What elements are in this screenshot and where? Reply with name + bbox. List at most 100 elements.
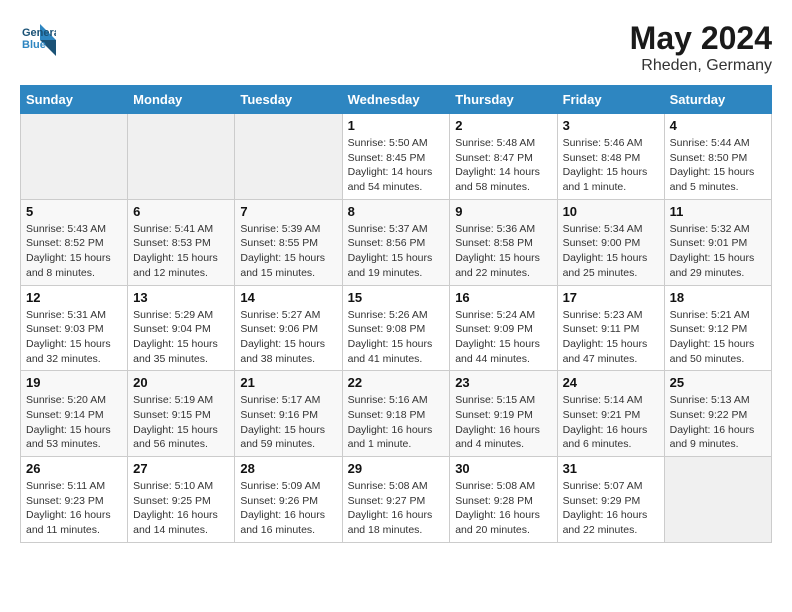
calendar-cell bbox=[235, 114, 342, 200]
calendar-cell: 6 Sunrise: 5:41 AM Sunset: 8:53 PM Daylig… bbox=[128, 199, 235, 285]
calendar-cell: 13 Sunrise: 5:29 AM Sunset: 9:04 PM Dayli… bbox=[128, 285, 235, 371]
calendar-cell: 4Sunrise: 5:44 AM Sunset: 8:50 PM Daylig… bbox=[664, 114, 771, 200]
calendar-cell: 19 Sunrise: 5:20 AM Sunset: 9:14 PM Dayli… bbox=[21, 371, 128, 457]
svg-text:Blue: Blue bbox=[22, 39, 46, 51]
svg-text:General: General bbox=[22, 27, 56, 39]
day-number: 24 bbox=[563, 375, 659, 390]
calendar-cell: 8 Sunrise: 5:37 AM Sunset: 8:56 PM Daylig… bbox=[342, 199, 450, 285]
day-number: 6 bbox=[133, 204, 229, 219]
calendar-cell bbox=[128, 114, 235, 200]
page-header: General Blue May 2024 Rheden, Germany bbox=[20, 20, 772, 75]
day-number: 19 bbox=[26, 375, 122, 390]
day-info: Sunrise: 5:32 AM Sunset: 9:01 PM Dayligh… bbox=[670, 222, 766, 281]
title-block: May 2024 Rheden, Germany bbox=[630, 20, 772, 75]
calendar-cell: 22Sunrise: 5:16 AM Sunset: 9:18 PM Dayli… bbox=[342, 371, 450, 457]
day-number: 8 bbox=[348, 204, 445, 219]
calendar-cell: 31Sunrise: 5:07 AM Sunset: 9:29 PM Dayli… bbox=[557, 457, 664, 543]
day-number: 21 bbox=[240, 375, 336, 390]
day-number: 12 bbox=[26, 290, 122, 305]
calendar-cell: 2Sunrise: 5:48 AM Sunset: 8:47 PM Daylig… bbox=[450, 114, 557, 200]
week-row-4: 19 Sunrise: 5:20 AM Sunset: 9:14 PM Dayli… bbox=[21, 371, 772, 457]
calendar-cell: 3Sunrise: 5:46 AM Sunset: 8:48 PM Daylig… bbox=[557, 114, 664, 200]
day-number: 22 bbox=[348, 375, 445, 390]
calendar-cell: 15Sunrise: 5:26 AM Sunset: 9:08 PM Dayli… bbox=[342, 285, 450, 371]
day-info: Sunrise: 5:20 AM Sunset: 9:14 PM Dayligh… bbox=[26, 393, 122, 452]
calendar-cell: 20 Sunrise: 5:19 AM Sunset: 9:15 PM Dayli… bbox=[128, 371, 235, 457]
day-number: 29 bbox=[348, 461, 445, 476]
day-number: 16 bbox=[455, 290, 551, 305]
day-info: Sunrise: 5:34 AM Sunset: 9:00 PM Dayligh… bbox=[563, 222, 659, 281]
calendar-cell: 9 Sunrise: 5:36 AM Sunset: 8:58 PM Daylig… bbox=[450, 199, 557, 285]
logo-icon: General Blue bbox=[20, 20, 56, 56]
day-number: 20 bbox=[133, 375, 229, 390]
day-number: 26 bbox=[26, 461, 122, 476]
calendar-cell: 11 Sunrise: 5:32 AM Sunset: 9:01 PM Dayli… bbox=[664, 199, 771, 285]
calendar-cell: 10 Sunrise: 5:34 AM Sunset: 9:00 PM Dayli… bbox=[557, 199, 664, 285]
calendar-cell: 16 Sunrise: 5:24 AM Sunset: 9:09 PM Dayli… bbox=[450, 285, 557, 371]
calendar-table: SundayMondayTuesdayWednesdayThursdayFrid… bbox=[20, 85, 772, 543]
calendar-cell: 1 Sunrise: 5:50 AM Sunset: 8:45 PM Daylig… bbox=[342, 114, 450, 200]
day-info: Sunrise: 5:24 AM Sunset: 9:09 PM Dayligh… bbox=[455, 308, 551, 367]
calendar-subtitle: Rheden, Germany bbox=[630, 57, 772, 75]
day-number: 30 bbox=[455, 461, 551, 476]
calendar-cell: 26Sunrise: 5:11 AM Sunset: 9:23 PM Dayli… bbox=[21, 457, 128, 543]
day-info: Sunrise: 5:29 AM Sunset: 9:04 PM Dayligh… bbox=[133, 308, 229, 367]
header-day-saturday: Saturday bbox=[664, 86, 771, 114]
header-day-sunday: Sunday bbox=[21, 86, 128, 114]
day-info: Sunrise: 5:19 AM Sunset: 9:15 PM Dayligh… bbox=[133, 393, 229, 452]
day-number: 11 bbox=[670, 204, 766, 219]
calendar-cell: 29Sunrise: 5:08 AM Sunset: 9:27 PM Dayli… bbox=[342, 457, 450, 543]
day-number: 27 bbox=[133, 461, 229, 476]
day-number: 17 bbox=[563, 290, 659, 305]
day-number: 13 bbox=[133, 290, 229, 305]
calendar-title: May 2024 bbox=[630, 20, 772, 57]
calendar-cell: 24Sunrise: 5:14 AM Sunset: 9:21 PM Dayli… bbox=[557, 371, 664, 457]
calendar-body: 1 Sunrise: 5:50 AM Sunset: 8:45 PM Daylig… bbox=[21, 114, 772, 543]
day-info: Sunrise: 5:15 AM Sunset: 9:19 PM Dayligh… bbox=[455, 393, 551, 452]
day-info: Sunrise: 5:10 AM Sunset: 9:25 PM Dayligh… bbox=[133, 479, 229, 538]
calendar-cell bbox=[664, 457, 771, 543]
day-number: 9 bbox=[455, 204, 551, 219]
calendar-cell: 12 Sunrise: 5:31 AM Sunset: 9:03 PM Dayli… bbox=[21, 285, 128, 371]
calendar-cell bbox=[21, 114, 128, 200]
day-info: Sunrise: 5:09 AM Sunset: 9:26 PM Dayligh… bbox=[240, 479, 336, 538]
calendar-cell: 28 Sunrise: 5:09 AM Sunset: 9:26 PM Dayli… bbox=[235, 457, 342, 543]
day-info: Sunrise: 5:27 AM Sunset: 9:06 PM Dayligh… bbox=[240, 308, 336, 367]
day-info: Sunrise: 5:39 AM Sunset: 8:55 PM Dayligh… bbox=[240, 222, 336, 281]
day-number: 4 bbox=[670, 118, 766, 133]
calendar-cell: 21 Sunrise: 5:17 AM Sunset: 9:16 PM Dayli… bbox=[235, 371, 342, 457]
calendar-header: SundayMondayTuesdayWednesdayThursdayFrid… bbox=[21, 86, 772, 114]
day-number: 23 bbox=[455, 375, 551, 390]
day-info: Sunrise: 5:41 AM Sunset: 8:53 PM Dayligh… bbox=[133, 222, 229, 281]
day-info: Sunrise: 5:17 AM Sunset: 9:16 PM Dayligh… bbox=[240, 393, 336, 452]
day-number: 28 bbox=[240, 461, 336, 476]
header-day-wednesday: Wednesday bbox=[342, 86, 450, 114]
day-info: Sunrise: 5:50 AM Sunset: 8:45 PM Dayligh… bbox=[348, 136, 445, 195]
calendar-cell: 18Sunrise: 5:21 AM Sunset: 9:12 PM Dayli… bbox=[664, 285, 771, 371]
logo: General Blue bbox=[20, 20, 60, 56]
day-number: 18 bbox=[670, 290, 766, 305]
day-info: Sunrise: 5:08 AM Sunset: 9:28 PM Dayligh… bbox=[455, 479, 551, 538]
day-info: Sunrise: 5:26 AM Sunset: 9:08 PM Dayligh… bbox=[348, 308, 445, 367]
calendar-cell: 27 Sunrise: 5:10 AM Sunset: 9:25 PM Dayli… bbox=[128, 457, 235, 543]
calendar-cell: 25Sunrise: 5:13 AM Sunset: 9:22 PM Dayli… bbox=[664, 371, 771, 457]
day-info: Sunrise: 5:13 AM Sunset: 9:22 PM Dayligh… bbox=[670, 393, 766, 452]
day-number: 2 bbox=[455, 118, 551, 133]
day-info: Sunrise: 5:37 AM Sunset: 8:56 PM Dayligh… bbox=[348, 222, 445, 281]
week-row-1: 1 Sunrise: 5:50 AM Sunset: 8:45 PM Daylig… bbox=[21, 114, 772, 200]
header-day-monday: Monday bbox=[128, 86, 235, 114]
day-number: 5 bbox=[26, 204, 122, 219]
day-info: Sunrise: 5:23 AM Sunset: 9:11 PM Dayligh… bbox=[563, 308, 659, 367]
header-day-thursday: Thursday bbox=[450, 86, 557, 114]
day-info: Sunrise: 5:31 AM Sunset: 9:03 PM Dayligh… bbox=[26, 308, 122, 367]
header-day-friday: Friday bbox=[557, 86, 664, 114]
calendar-cell: 17 Sunrise: 5:23 AM Sunset: 9:11 PM Dayli… bbox=[557, 285, 664, 371]
header-row: SundayMondayTuesdayWednesdayThursdayFrid… bbox=[21, 86, 772, 114]
calendar-cell: 14 Sunrise: 5:27 AM Sunset: 9:06 PM Dayli… bbox=[235, 285, 342, 371]
day-number: 10 bbox=[563, 204, 659, 219]
day-number: 1 bbox=[348, 118, 445, 133]
day-number: 14 bbox=[240, 290, 336, 305]
day-info: Sunrise: 5:36 AM Sunset: 8:58 PM Dayligh… bbox=[455, 222, 551, 281]
calendar-cell: 5Sunrise: 5:43 AM Sunset: 8:52 PM Daylig… bbox=[21, 199, 128, 285]
calendar-cell: 7Sunrise: 5:39 AM Sunset: 8:55 PM Daylig… bbox=[235, 199, 342, 285]
